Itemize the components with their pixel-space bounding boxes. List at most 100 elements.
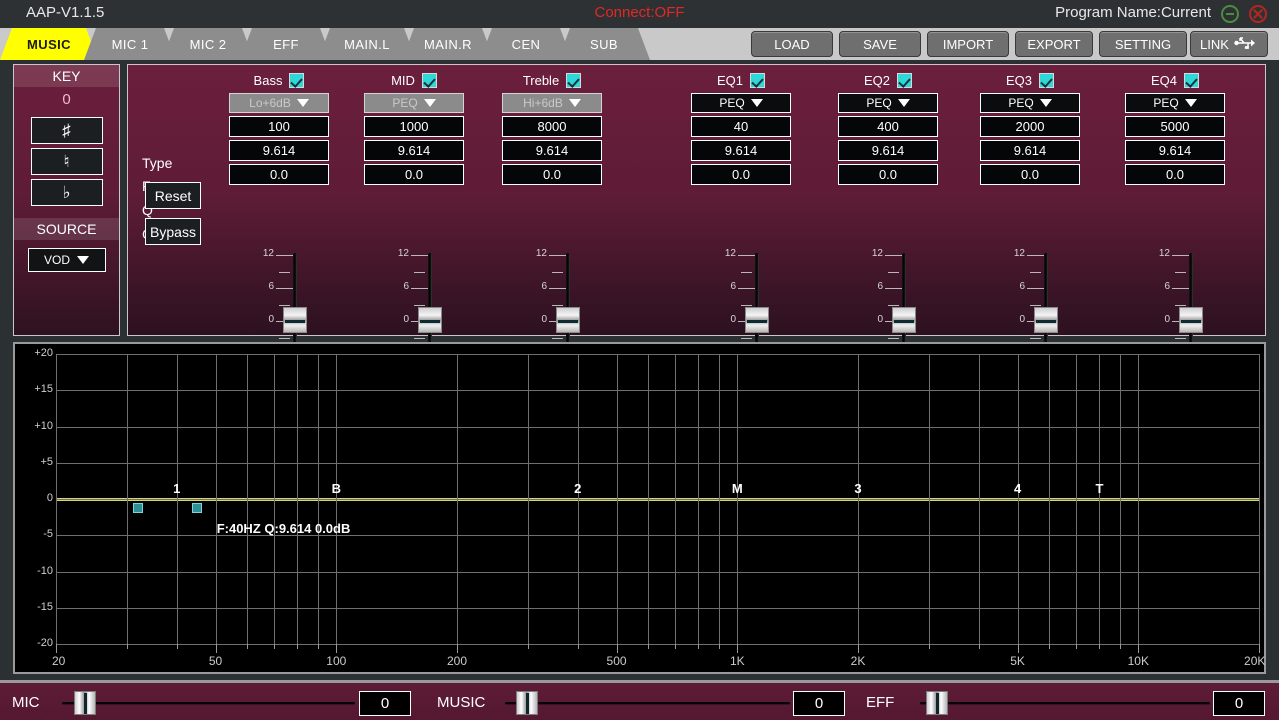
fader-thumb[interactable] <box>1034 307 1058 333</box>
tab-sub[interactable]: SUB <box>558 28 650 60</box>
slider-thumb[interactable] <box>516 691 538 715</box>
band-type-dropdown[interactable]: PEQ <box>1125 93 1225 113</box>
band-q-input[interactable]: 9.614 <box>229 140 329 161</box>
grid-line-vertical <box>216 354 217 644</box>
band-enable-checkbox[interactable] <box>422 73 437 88</box>
band-type-dropdown[interactable]: Hi+6dB <box>502 93 602 113</box>
fader-tick-label: 12 <box>991 248 1025 259</box>
tab-mic-1[interactable]: MIC 1 <box>84 28 176 60</box>
band-type-dropdown[interactable]: PEQ <box>691 93 791 113</box>
band-freq-input[interactable]: 2000 <box>980 116 1080 137</box>
graph-band-handle[interactable] <box>192 503 202 513</box>
reset-button[interactable]: Reset <box>145 182 201 209</box>
band-q-input[interactable]: 9.614 <box>502 140 602 161</box>
tab-music[interactable]: MUSIC <box>0 28 98 60</box>
key-sharp-button[interactable]: ♯ <box>31 117 103 144</box>
band-enable-checkbox[interactable] <box>897 73 912 88</box>
band-freq-input[interactable]: 5000 <box>1125 116 1225 137</box>
tab-main-r[interactable]: MAIN.R <box>402 28 494 60</box>
slider-track[interactable] <box>505 702 790 705</box>
mixer-slider-mic[interactable] <box>62 697 355 709</box>
band-enable-checkbox[interactable] <box>750 73 765 88</box>
key-natural-button[interactable]: ♮ <box>31 148 103 175</box>
fader-thumb[interactable] <box>745 307 769 333</box>
grid-line-vertical <box>1076 354 1077 644</box>
band-q-input[interactable]: 9.614 <box>980 140 1080 161</box>
band-gain-input[interactable]: 0.0 <box>980 164 1080 185</box>
band-enable-checkbox[interactable] <box>1039 73 1054 88</box>
tab-cen[interactable]: CEN <box>480 28 572 60</box>
chevron-down-icon <box>424 99 436 107</box>
fader-thumb[interactable] <box>1179 307 1203 333</box>
band-name: Bass <box>254 73 283 88</box>
tab-mic-2[interactable]: MIC 2 <box>162 28 254 60</box>
band-freq-input[interactable]: 1000 <box>364 116 464 137</box>
usb-icon <box>1234 36 1258 53</box>
mixer-slider-eff[interactable] <box>920 697 1210 709</box>
band-freq-input[interactable]: 8000 <box>502 116 602 137</box>
mixer-value-eff[interactable]: 0 <box>1213 691 1265 716</box>
fader-thumb[interactable] <box>283 307 307 333</box>
source-dropdown[interactable]: VOD <box>28 248 106 272</box>
band-gain-input[interactable]: 0.0 <box>502 164 602 185</box>
bypass-button[interactable]: Bypass <box>145 218 201 245</box>
load-button[interactable]: LOAD <box>751 31 833 57</box>
graph-band-marker[interactable]: B <box>332 481 341 496</box>
band-gain-input[interactable]: 0.0 <box>838 164 938 185</box>
tab-eff[interactable]: EFF <box>240 28 332 60</box>
band-type-dropdown[interactable]: PEQ <box>364 93 464 113</box>
save-button[interactable]: SAVE <box>839 31 921 57</box>
graph-band-marker[interactable]: 3 <box>854 481 861 496</box>
band-freq-input[interactable]: 40 <box>691 116 791 137</box>
import-button[interactable]: IMPORT <box>927 31 1009 57</box>
graph-band-handle[interactable] <box>133 503 143 513</box>
fader-tick <box>549 288 566 289</box>
slider-thumb[interactable] <box>74 691 96 715</box>
tab-main-l[interactable]: MAIN.L <box>318 28 416 60</box>
minimize-icon[interactable] <box>1221 5 1239 23</box>
fader-thumb[interactable] <box>892 307 916 333</box>
slider-track[interactable] <box>62 702 355 705</box>
band-type-dropdown[interactable]: Lo+6dB <box>229 93 329 113</box>
band-enable-checkbox[interactable] <box>289 73 304 88</box>
grid-line-vertical <box>737 354 738 644</box>
setting-button[interactable]: SETTING <box>1099 31 1187 57</box>
band-q-input[interactable]: 9.614 <box>691 140 791 161</box>
export-button[interactable]: EXPORT <box>1015 31 1093 57</box>
frequency-response-graph[interactable]: 1B2M34TF:40HZ Q:9.614 0.0dB +20+15+10+50… <box>13 342 1266 674</box>
graph-band-marker[interactable]: T <box>1095 481 1103 496</box>
band-gain-input[interactable]: 0.0 <box>691 164 791 185</box>
band-gain-input[interactable]: 0.0 <box>364 164 464 185</box>
graph-band-marker[interactable]: M <box>732 481 743 496</box>
graph-plot-area[interactable]: 1B2M34TF:40HZ Q:9.614 0.0dB <box>56 354 1259 644</box>
band-q-input[interactable]: 9.614 <box>838 140 938 161</box>
fader-thumb[interactable] <box>556 307 580 333</box>
x-axis-ruler <box>56 644 1259 653</box>
band-enable-checkbox[interactable] <box>1184 73 1199 88</box>
slider-track[interactable] <box>920 702 1210 705</box>
mixer-value-mic[interactable]: 0 <box>359 691 411 716</box>
band-freq-input[interactable]: 400 <box>838 116 938 137</box>
load-button-label: LOAD <box>774 37 809 52</box>
graph-band-marker[interactable]: 2 <box>574 481 581 496</box>
graph-band-marker[interactable]: 4 <box>1014 481 1021 496</box>
key-flat-button[interactable]: ♭ <box>31 179 103 206</box>
band-type-dropdown[interactable]: PEQ <box>980 93 1080 113</box>
close-icon[interactable] <box>1249 5 1267 23</box>
mixer-value-music[interactable]: 0 <box>793 691 845 716</box>
grid-line-vertical <box>127 354 128 644</box>
band-enable-checkbox[interactable] <box>566 73 581 88</box>
x-axis-tick <box>858 644 859 653</box>
link-button[interactable]: LINK <box>1190 31 1268 57</box>
graph-band-marker[interactable]: 1 <box>173 481 180 496</box>
fader-tick-label: 0 <box>1136 314 1170 325</box>
band-q-input[interactable]: 9.614 <box>1125 140 1225 161</box>
band-type-dropdown[interactable]: PEQ <box>838 93 938 113</box>
slider-thumb[interactable] <box>926 691 948 715</box>
band-gain-input[interactable]: 0.0 <box>229 164 329 185</box>
mixer-slider-music[interactable] <box>505 697 790 709</box>
band-q-input[interactable]: 9.614 <box>364 140 464 161</box>
fader-thumb[interactable] <box>418 307 442 333</box>
band-gain-input[interactable]: 0.0 <box>1125 164 1225 185</box>
band-freq-input[interactable]: 100 <box>229 116 329 137</box>
